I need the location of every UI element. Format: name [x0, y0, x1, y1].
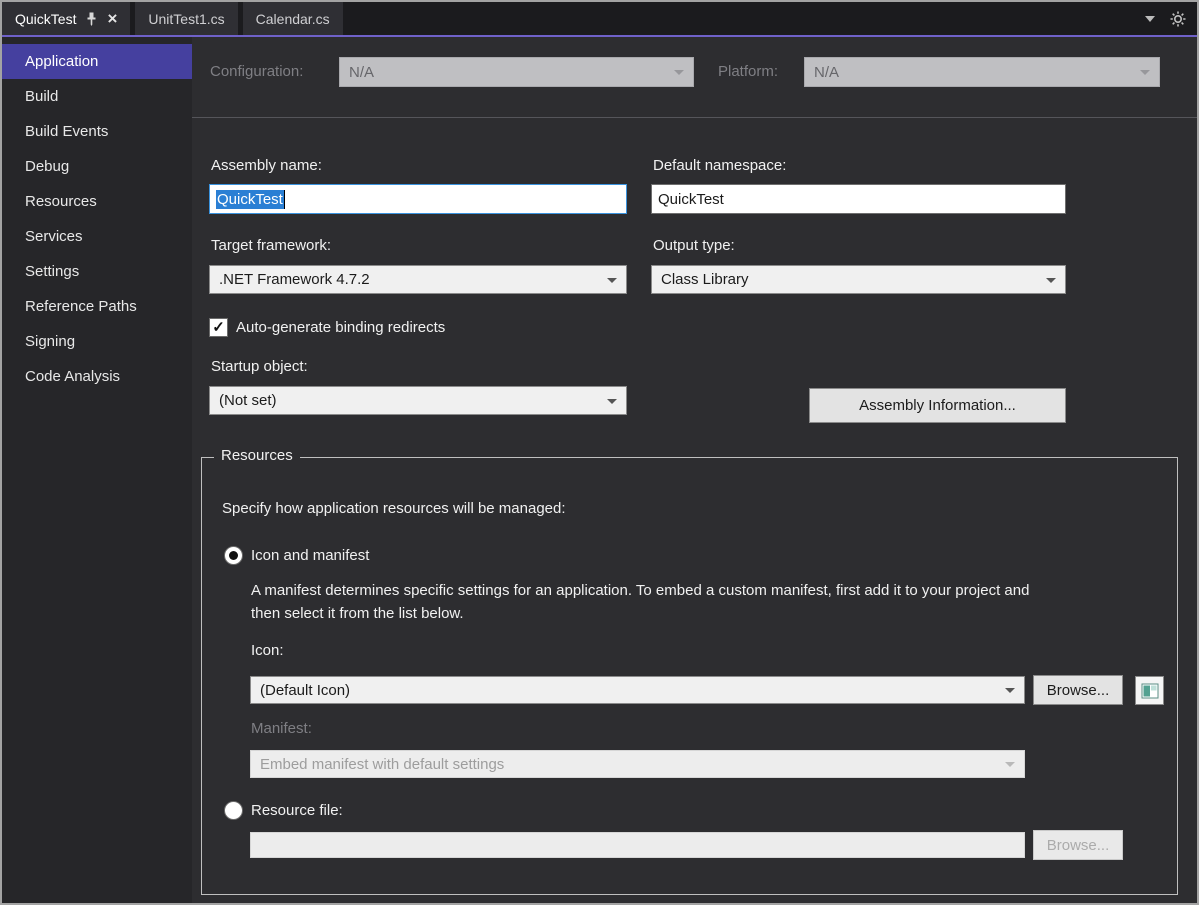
sidebar-item-label: Debug: [25, 158, 70, 175]
target-framework-label: Target framework:: [211, 237, 332, 254]
output-type-select[interactable]: Class Library: [651, 265, 1066, 294]
tab-label: QuickTest: [15, 10, 77, 27]
sidebar-item-resources[interactable]: Resources: [2, 184, 192, 219]
sidebar-item-services[interactable]: Services: [2, 219, 192, 254]
startup-object-select[interactable]: (Not set): [209, 386, 627, 415]
manifest-select: Embed manifest with default settings: [250, 750, 1025, 778]
resources-description: Specify how application resources will b…: [222, 500, 566, 517]
icon-label: Icon:: [251, 642, 284, 659]
chevron-down-icon: [1140, 70, 1150, 75]
startup-object-value: (Not set): [219, 392, 277, 409]
sidebar-item-build[interactable]: Build: [2, 79, 192, 114]
chevron-down-icon: [607, 277, 617, 283]
auto-generate-label: Auto-generate binding redirects: [236, 319, 446, 336]
tab-label: Calendar.cs: [255, 10, 330, 27]
tab-icon-group: ×: [85, 10, 117, 27]
pin-icon[interactable]: [85, 12, 98, 26]
chevron-down-icon[interactable]: [1145, 15, 1155, 22]
icon-and-manifest-radio[interactable]: [224, 546, 243, 565]
properties-sidebar: Application Build Build Events Debug Res…: [2, 37, 192, 903]
assembly-name-input[interactable]: QuickTest: [209, 184, 627, 214]
sidebar-item-label: Build: [25, 88, 59, 105]
icon-browse-button[interactable]: Browse...: [1033, 675, 1123, 705]
tab-calendar[interactable]: Calendar.cs: [242, 2, 343, 35]
icon-value: (Default Icon): [260, 681, 351, 699]
assembly-name-label: Assembly name:: [211, 157, 322, 174]
platform-label: Platform:: [718, 63, 779, 80]
default-namespace-label: Default namespace:: [653, 157, 787, 174]
application-icon-preview: [1135, 676, 1164, 705]
icon-select[interactable]: (Default Icon): [250, 676, 1025, 704]
chevron-down-icon: [1046, 277, 1056, 283]
tab-quicktest[interactable]: QuickTest ×: [2, 2, 131, 35]
sidebar-item-code-analysis[interactable]: Code Analysis: [2, 359, 192, 394]
chevron-down-icon: [1005, 762, 1015, 767]
manifest-value: Embed manifest with default settings: [260, 755, 505, 773]
check-icon: ✓: [212, 319, 225, 336]
manifest-help-text: A manifest determines specific settings …: [251, 582, 1030, 622]
image-icon: [1141, 683, 1158, 698]
sidebar-item-label: Code Analysis: [25, 368, 121, 385]
sidebar-item-label: Settings: [25, 263, 80, 280]
output-type-value: Class Library: [661, 271, 749, 288]
chevron-down-icon: [674, 70, 684, 75]
tab-unittest1[interactable]: UnitTest1.cs: [135, 2, 238, 35]
resource-browse-button: Browse...: [1033, 830, 1123, 860]
selected-text: QuickTest: [216, 189, 284, 209]
text-caret: [283, 189, 285, 209]
document-tab-bar: QuickTest × UnitTest1.cs Calendar.cs: [2, 2, 1197, 35]
page-body: Application Build Build Events Debug Res…: [2, 37, 1197, 903]
close-icon[interactable]: ×: [107, 10, 117, 27]
sidebar-item-label: Services: [25, 228, 83, 245]
resource-file-radio[interactable]: [224, 801, 243, 820]
gear-icon[interactable]: [1170, 11, 1186, 27]
configuration-select: N/A: [339, 57, 694, 87]
section-divider: [192, 117, 1197, 118]
application-properties-panel: Configuration: N/A Platform: N/A Assembl…: [192, 37, 1197, 903]
sidebar-item-label: Signing: [25, 333, 76, 350]
tab-bar-actions: [1145, 2, 1197, 35]
default-namespace-value: QuickTest: [658, 190, 724, 208]
sidebar-item-label: Build Events: [25, 123, 109, 140]
configuration-label: Configuration:: [210, 63, 304, 80]
resources-groupbox: Resources Specify how application resour…: [201, 447, 1178, 895]
resource-file-label: Resource file:: [251, 802, 343, 819]
auto-generate-checkbox[interactable]: ✓: [209, 318, 228, 337]
sidebar-item-reference-paths[interactable]: Reference Paths: [2, 289, 192, 324]
target-framework-value: .NET Framework 4.7.2: [219, 271, 370, 288]
chevron-down-icon: [607, 398, 617, 404]
sidebar-item-debug[interactable]: Debug: [2, 149, 192, 184]
configuration-value: N/A: [349, 63, 375, 81]
sidebar-item-build-events[interactable]: Build Events: [2, 114, 192, 149]
sidebar-item-label: Reference Paths: [25, 298, 137, 315]
sidebar-item-label: Resources: [25, 193, 97, 210]
sidebar-item-settings[interactable]: Settings: [2, 254, 192, 289]
vs-properties-window: QuickTest × UnitTest1.cs Calendar.cs App…: [0, 0, 1199, 905]
platform-select: N/A: [804, 57, 1160, 87]
platform-value: N/A: [814, 63, 840, 81]
sidebar-item-label: Application: [25, 53, 99, 70]
chevron-down-icon: [1005, 688, 1015, 693]
output-type-label: Output type:: [653, 237, 735, 254]
assembly-information-button[interactable]: Assembly Information...: [809, 388, 1066, 423]
tab-label: UnitTest1.cs: [148, 10, 225, 27]
manifest-label: Manifest:: [251, 720, 312, 737]
sidebar-item-application[interactable]: Application: [2, 44, 192, 79]
resource-file-input: [250, 832, 1025, 858]
startup-object-label: Startup object:: [211, 358, 308, 375]
icon-and-manifest-label: Icon and manifest: [251, 547, 370, 564]
default-namespace-input[interactable]: QuickTest: [651, 184, 1066, 214]
target-framework-select[interactable]: .NET Framework 4.7.2: [209, 265, 627, 294]
sidebar-item-signing[interactable]: Signing: [2, 324, 192, 359]
resources-group-title: Resources: [214, 447, 300, 464]
